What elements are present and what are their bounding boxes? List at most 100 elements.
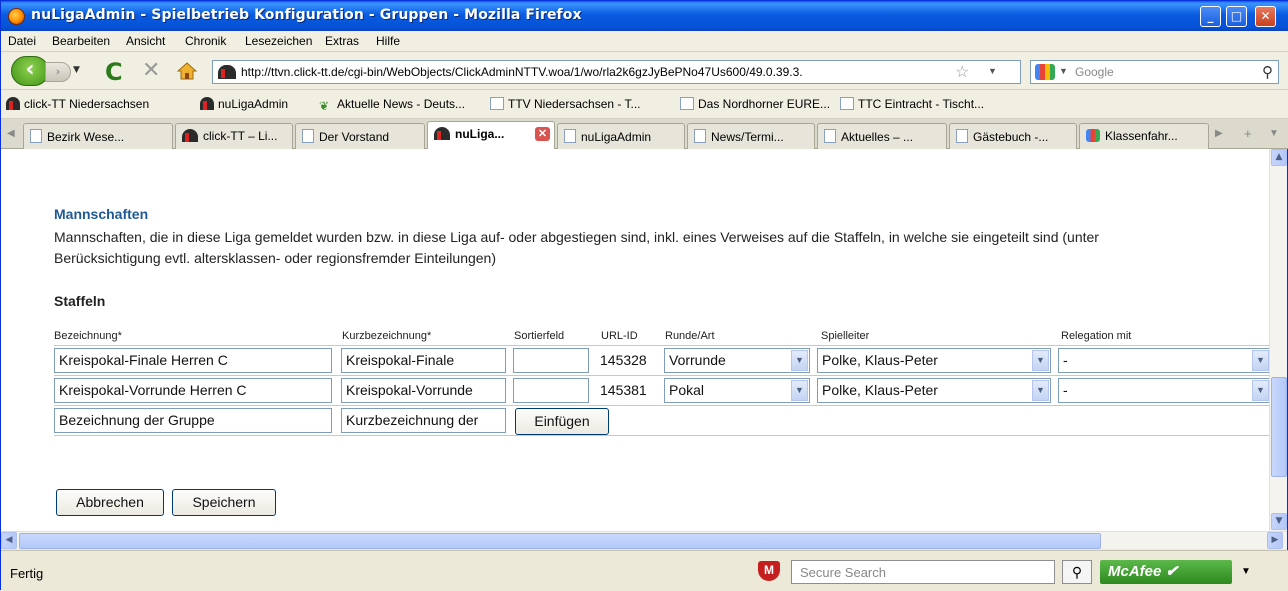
relegation-select[interactable]: - ▼ [1058, 348, 1269, 373]
sortierfeld-input[interactable] [513, 348, 589, 373]
tab[interactable]: Der Vorstand [295, 123, 425, 149]
rss-leaf-icon: ❦ [319, 99, 330, 113]
new-kurzbezeichnung-input[interactable]: Kurzbezeichnung der [341, 408, 506, 433]
url-text[interactable]: http://ttvn.click-tt.de/cgi-bin/WebObjec… [241, 65, 931, 79]
google-icon [1086, 129, 1100, 142]
menu-bar: Datei Bearbeiten Ansicht Chronik Lesezei… [1, 31, 1288, 52]
new-tab-icon[interactable]: + [1244, 126, 1252, 141]
column-header-runde-art: Runde/Art [665, 330, 715, 342]
bookmark-item[interactable]: ❦ Aktuelle News - Deuts... [319, 97, 465, 113]
tab-active[interactable]: nuLiga... ✕ [427, 121, 555, 150]
history-dropdown-icon[interactable]: ▼ [73, 65, 80, 75]
runde-art-select[interactable]: Vorrunde ▼ [664, 348, 810, 373]
tab[interactable]: Bezirk Wese... [23, 123, 173, 149]
tab[interactable]: Klassenfahr... [1079, 123, 1209, 149]
status-text: Fertig [10, 566, 44, 581]
scroll-up-icon[interactable]: ▲ [1271, 149, 1287, 166]
chevron-down-icon[interactable]: ▼ [791, 350, 808, 371]
close-tab-icon[interactable]: ✕ [535, 127, 550, 141]
scroll-thumb[interactable] [1271, 377, 1287, 477]
mcafee-button[interactable]: McAfee ✔ [1100, 560, 1232, 584]
page-icon [680, 97, 694, 110]
home-icon[interactable] [177, 62, 197, 80]
spielleiter-select[interactable]: Polke, Klaus-Peter ▼ [817, 378, 1051, 403]
bezeichnung-input[interactable]: Kreispokal-Finale Herren C [54, 348, 332, 373]
secure-search-input[interactable]: Secure Search [791, 560, 1055, 584]
chevron-down-icon[interactable]: ▼ [1252, 380, 1269, 401]
relegation-select[interactable]: - ▼ [1058, 378, 1269, 403]
tab[interactable]: click-TT – Li... [175, 123, 293, 149]
tab-bar: ◀ Bezirk Wese... click-TT – Li... Der Vo… [1, 119, 1288, 150]
stop-icon[interactable]: ✕ [142, 58, 160, 83]
bookmark-item[interactable]: TTV Niedersachsen - T... [490, 97, 641, 111]
chevron-down-icon[interactable]: ▼ [791, 380, 808, 401]
search-placeholder[interactable]: Google [1075, 65, 1114, 79]
column-header-bezeichnung: Bezeichnung* [54, 330, 122, 342]
vertical-scrollbar[interactable]: ▲ ▼ [1269, 149, 1287, 531]
staffeln-heading: Staffeln [54, 293, 106, 309]
column-header-relegation: Relegation mit [1061, 330, 1132, 342]
bookmark-item[interactable]: TTC Eintracht - Tischt... [840, 97, 984, 111]
bookmarks-toolbar: click-TT Niedersachsen nuLigaAdmin ❦ Aktu… [1, 90, 1288, 119]
scroll-tabs-right-icon[interactable]: ▶ [1215, 128, 1223, 139]
search-engine-dropdown-icon[interactable]: ▼ [1059, 66, 1068, 76]
horizontal-scrollbar[interactable]: ◀ ▶ [1, 531, 1287, 549]
insert-button[interactable]: Einfügen [515, 408, 609, 435]
url-id-value: 145381 [600, 382, 647, 398]
chevron-down-icon[interactable]: ▼ [1252, 350, 1269, 371]
close-button[interactable]: ✕ [1255, 6, 1276, 27]
scroll-left-icon[interactable]: ◀ [1, 532, 17, 549]
google-icon[interactable] [1035, 64, 1055, 80]
sortierfeld-input[interactable] [513, 378, 589, 403]
status-bar: Fertig M Secure Search ⚲ McAfee ✔ ▼ [1, 550, 1288, 591]
menu-hilfe[interactable]: Hilfe [376, 34, 400, 48]
search-icon[interactable]: ⚲ [1262, 63, 1273, 81]
site-favicon-icon [218, 65, 236, 79]
url-dropdown-icon[interactable]: ▼ [988, 66, 997, 76]
spielleiter-select[interactable]: Polke, Klaus-Peter ▼ [817, 348, 1051, 373]
runde-art-select[interactable]: Pokal ▼ [664, 378, 810, 403]
address-bar[interactable]: http://ttvn.click-tt.de/cgi-bin/WebObjec… [212, 60, 1021, 84]
bookmark-item[interactable]: click-TT Niedersachsen [6, 97, 149, 111]
column-header-kurzbezeichnung: Kurzbezeichnung* [342, 330, 432, 342]
list-tabs-icon[interactable]: ▼ [1269, 128, 1279, 139]
search-icon[interactable]: ⚲ [1062, 560, 1092, 584]
bookmark-item[interactable]: nuLigaAdmin [200, 97, 288, 111]
chevron-down-icon[interactable]: ▼ [1032, 350, 1049, 371]
menu-ansicht[interactable]: Ansicht [126, 34, 165, 48]
tab[interactable]: Aktuelles – ... [817, 123, 947, 149]
kurzbezeichnung-input[interactable]: Kreispokal-Vorrunde [341, 378, 506, 403]
bookmark-item[interactable]: Das Nordhorner EURE... [680, 97, 830, 111]
scroll-down-icon[interactable]: ▼ [1271, 513, 1287, 530]
search-bar[interactable]: ▼ Google ⚲ [1030, 60, 1279, 84]
maximize-button[interactable]: □ [1226, 6, 1247, 27]
mcafee-shield-icon[interactable]: M [758, 561, 780, 581]
scroll-thumb[interactable] [19, 533, 1101, 549]
menu-chronik[interactable]: Chronik [185, 34, 226, 48]
save-button[interactable]: Speichern [172, 489, 276, 516]
menu-datei[interactable]: Datei [8, 34, 36, 48]
tab[interactable]: nuLigaAdmin [557, 123, 685, 149]
firefox-icon [8, 8, 25, 25]
kurzbezeichnung-input[interactable]: Kreispokal-Finale [341, 348, 506, 373]
menu-bearbeiten[interactable]: Bearbeiten [52, 34, 110, 48]
back-button[interactable]: ‹ [11, 56, 49, 86]
reload-icon[interactable]: C [105, 58, 123, 86]
menu-lesezeichen[interactable]: Lesezeichen [245, 34, 312, 48]
cancel-button[interactable]: Abbrechen [56, 489, 164, 516]
minimize-button[interactable]: _ [1200, 6, 1221, 27]
section-title: Mannschaften [54, 206, 149, 222]
mcafee-dropdown-icon[interactable]: ▼ [1241, 566, 1251, 577]
chevron-down-icon[interactable]: ▼ [1032, 380, 1049, 401]
scroll-right-icon[interactable]: ▶ [1267, 532, 1283, 549]
menu-extras[interactable]: Extras [325, 34, 359, 48]
scroll-tabs-left-icon[interactable]: ◀ [7, 128, 15, 139]
page-icon [956, 129, 968, 143]
browser-window: nuLigaAdmin - Spielbetrieb Konfiguration… [0, 0, 1288, 591]
bookmark-star-icon[interactable]: ☆ [955, 62, 969, 82]
tab[interactable]: Gästebuch -... [949, 123, 1077, 149]
new-bezeichnung-input[interactable]: Bezeichnung der Gruppe [54, 408, 332, 433]
bezeichnung-input[interactable]: Kreispokal-Vorrunde Herren C [54, 378, 332, 403]
forward-button[interactable]: › [45, 62, 71, 82]
tab[interactable]: News/Termi... [687, 123, 815, 149]
